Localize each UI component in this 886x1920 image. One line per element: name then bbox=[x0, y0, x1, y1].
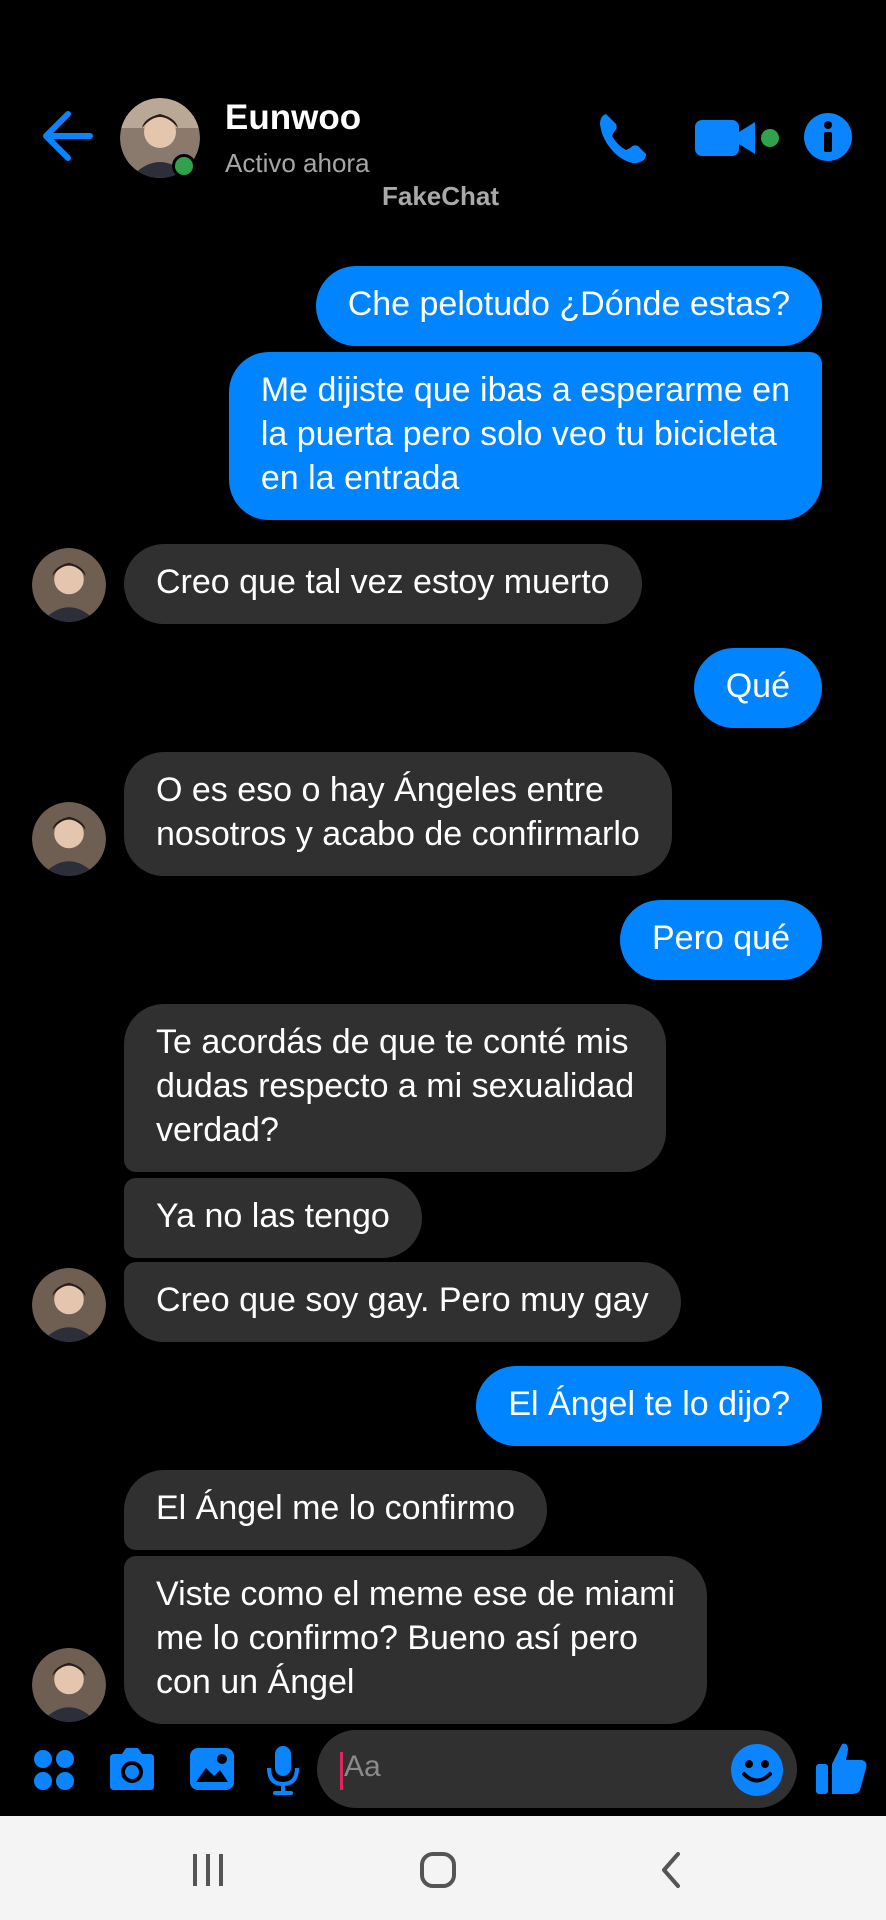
image-icon[interactable] bbox=[188, 1746, 236, 1792]
message-text: me lo confirmo? Bueno así pero bbox=[156, 1619, 638, 1657]
contact-avatar[interactable] bbox=[32, 548, 106, 622]
thumbs-up-icon[interactable] bbox=[814, 1740, 868, 1796]
received-message[interactable]: Viste como el meme ese de miami me lo co… bbox=[124, 1556, 708, 1724]
sent-message[interactable]: Qué bbox=[693, 648, 822, 728]
emoji-icon[interactable] bbox=[730, 1743, 784, 1797]
message-text: Me dijiste que ibas a esperarme en bbox=[260, 371, 790, 409]
message-input[interactable] bbox=[317, 1730, 797, 1808]
message-text: El Ángel me lo confirmo bbox=[156, 1489, 516, 1527]
arrow-left-icon[interactable] bbox=[38, 108, 96, 164]
info-icon[interactable] bbox=[803, 112, 853, 162]
contact-avatar[interactable] bbox=[32, 1648, 106, 1722]
received-message[interactable]: O es eso o hay Ángeles entre nosotros y … bbox=[124, 752, 672, 876]
sent-message[interactable]: Pero qué bbox=[620, 900, 822, 980]
text-caret bbox=[340, 1752, 343, 1790]
message-text: Ya no las tengo bbox=[156, 1197, 390, 1235]
watermark: FakeChat bbox=[382, 181, 500, 211]
message-text: Pero qué bbox=[652, 919, 790, 957]
message-text: verdad? bbox=[156, 1111, 279, 1149]
message-text: Te acordás de que te conté mis bbox=[156, 1023, 629, 1061]
message-text: Qué bbox=[725, 667, 790, 705]
message-text: dudas respecto a mi sexualidad bbox=[156, 1067, 635, 1105]
home-icon[interactable] bbox=[418, 1850, 458, 1890]
sent-message[interactable]: Che pelotudo ¿Dónde estas? bbox=[315, 266, 822, 346]
camera-icon[interactable] bbox=[106, 1746, 158, 1792]
message-text: Viste como el meme ese de miami bbox=[156, 1575, 676, 1613]
contact-avatar[interactable] bbox=[32, 802, 106, 876]
chat-header: Eunwoo Activo ahora FakeChat bbox=[0, 0, 886, 230]
online-indicator bbox=[172, 154, 196, 178]
back-icon[interactable] bbox=[656, 1850, 686, 1890]
contact-name[interactable]: Eunwoo bbox=[225, 98, 361, 138]
message-input-placeholder: Aa bbox=[344, 1750, 381, 1783]
contact-status: Activo ahora bbox=[225, 148, 370, 178]
message-text: Creo que tal vez estoy muerto bbox=[156, 563, 610, 601]
message-text: la puerta pero solo veo tu bicicleta bbox=[260, 415, 777, 453]
phone-icon[interactable] bbox=[592, 108, 652, 168]
message-text: con un Ángel bbox=[156, 1663, 355, 1701]
message-text: en la entrada bbox=[260, 459, 460, 497]
video-camera-icon[interactable] bbox=[693, 116, 781, 160]
received-message[interactable]: Ya no las tengo bbox=[124, 1178, 422, 1258]
message-text: El Ángel te lo dijo? bbox=[508, 1385, 790, 1423]
contact-avatar[interactable] bbox=[32, 1268, 106, 1342]
system-navigation-bar bbox=[0, 1816, 886, 1920]
received-message[interactable]: Creo que soy gay. Pero muy gay bbox=[124, 1262, 681, 1342]
message-text: nosotros y acabo de confirmarlo bbox=[156, 815, 640, 853]
message-text: Creo que soy gay. Pero muy gay bbox=[156, 1281, 649, 1319]
recent-apps-icon[interactable] bbox=[190, 1850, 226, 1890]
message-text: O es eso o hay Ángeles entre bbox=[156, 771, 604, 809]
received-message[interactable]: El Ángel me lo confirmo bbox=[124, 1470, 548, 1550]
sent-message[interactable]: El Ángel te lo dijo? bbox=[476, 1366, 822, 1446]
received-message[interactable]: Te acordás de que te conté mis dudas res… bbox=[124, 1004, 667, 1172]
microphone-icon[interactable] bbox=[266, 1744, 300, 1796]
sent-message[interactable]: Me dijiste que ibas a esperarme en la pu… bbox=[228, 352, 822, 520]
message-text: Che pelotudo ¿Dónde estas? bbox=[347, 285, 790, 323]
received-message[interactable]: Creo que tal vez estoy muerto bbox=[124, 544, 642, 624]
apps-icon[interactable] bbox=[32, 1748, 76, 1792]
